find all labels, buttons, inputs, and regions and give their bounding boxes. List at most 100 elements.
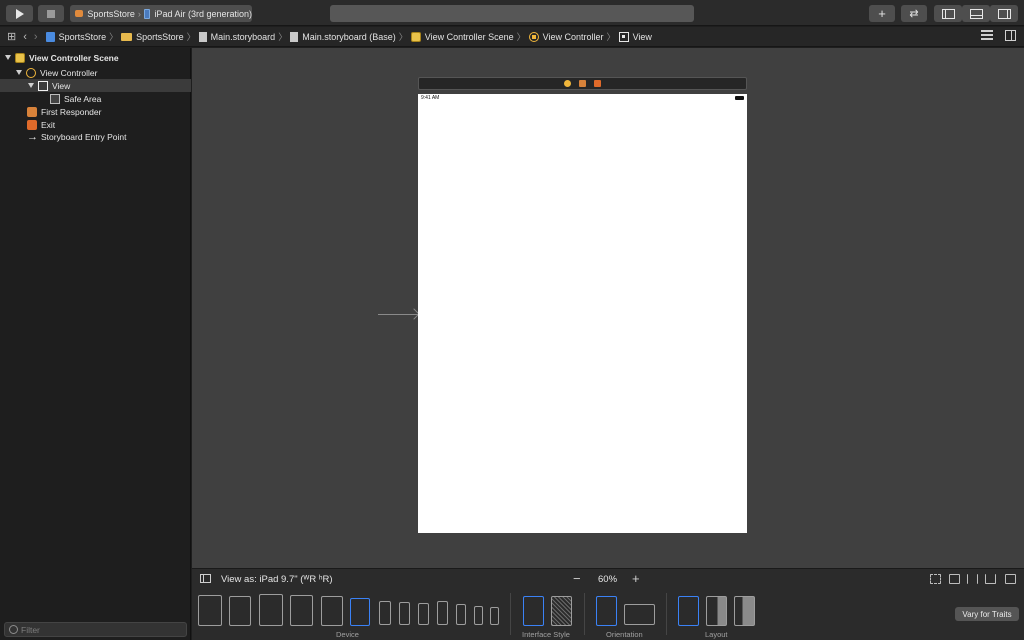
inspector-toggle[interactable] — [990, 5, 1018, 22]
add-editor-icon[interactable] — [1005, 30, 1016, 41]
disclosure-triangle-icon[interactable] — [16, 70, 22, 75]
trait-bar: Device Interface Style Orientation Layou… — [192, 589, 1024, 640]
orientation-portrait-icon[interactable] — [596, 596, 617, 626]
library-button[interactable]: + — [869, 5, 895, 22]
view-controller-icon[interactable] — [564, 80, 571, 87]
breadcrumb-view-controller[interactable]: View Controller 〉 — [528, 30, 619, 43]
view-icon — [618, 31, 629, 42]
breadcrumb-storyboard-base[interactable]: Main.storyboard (Base) 〉 — [290, 30, 411, 43]
scene-dock[interactable] — [418, 77, 747, 90]
vary-for-traits-button[interactable]: Vary for Traits — [955, 607, 1019, 621]
device-ipad-9-7-icon[interactable] — [350, 598, 370, 626]
disclosure-triangle-icon[interactable] — [5, 55, 11, 60]
scene-icon — [15, 52, 25, 63]
app-icon — [75, 10, 84, 17]
entry-point-arrow[interactable] — [378, 314, 418, 315]
view-icon — [38, 80, 48, 91]
outline-toggle-icon[interactable] — [200, 574, 211, 583]
back-button[interactable]: ‹ — [23, 31, 27, 43]
filter-input[interactable] — [21, 624, 171, 635]
outline-item-safe-area[interactable]: Safe Area — [0, 92, 191, 105]
device-ipad-pro-10-5-icon[interactable] — [259, 594, 283, 626]
align-icon[interactable] — [967, 574, 978, 584]
device-iphone-se-icon[interactable] — [474, 606, 483, 625]
breadcrumb-view[interactable]: View — [618, 31, 652, 42]
layout-two-thirds-icon[interactable] — [706, 596, 727, 626]
chevron-right-icon: 〉 — [278, 32, 288, 42]
ipad-icon — [143, 8, 151, 19]
update-frames-icon[interactable] — [930, 574, 941, 584]
scheme-selector[interactable]: SportsStore › iPad Air (3rd generation) — [70, 5, 252, 22]
device-iphone-11-pro-icon[interactable] — [418, 603, 429, 625]
first-responder-icon[interactable] — [579, 80, 586, 87]
breadcrumb-storyboard[interactable]: Main.storyboard 〉 — [198, 30, 291, 43]
scheme-name: SportsStore — [87, 8, 135, 19]
grid-icon[interactable]: ⊞ — [7, 30, 16, 43]
code-review-button[interactable]: ⇄ — [901, 5, 927, 22]
disclosure-triangle-icon[interactable] — [28, 83, 34, 88]
jump-bar: ⊞ ‹ › SportsStore 〉 SportsStore 〉 Main.sto… — [0, 27, 1024, 47]
scene-icon — [410, 31, 421, 42]
layout-half-icon[interactable] — [734, 596, 755, 626]
storyboard-canvas[interactable]: 9:41 AM — [192, 48, 1024, 568]
device-ipad-pro-11-icon[interactable] — [229, 596, 251, 626]
right-pane-icon — [997, 8, 1011, 19]
outline-item-scene[interactable]: View Controller Scene — [0, 51, 191, 64]
add-constraints-icon[interactable] — [985, 574, 996, 584]
outline-item-entry-point[interactable]: → Storyboard Entry Point — [0, 130, 191, 143]
orientation-landscape-icon[interactable] — [624, 604, 655, 625]
zoom-in-button[interactable]: + — [632, 571, 640, 586]
view-controller-icon — [528, 31, 539, 42]
outline-item-view[interactable]: View — [0, 79, 191, 92]
device-iphone-8-plus-icon[interactable] — [437, 601, 448, 625]
exit-icon[interactable] — [594, 80, 601, 87]
resolve-issues-icon[interactable] — [1005, 574, 1016, 584]
device-iphone-4s-icon[interactable] — [490, 607, 499, 625]
stop-button[interactable] — [38, 5, 64, 22]
ipad-scene-view[interactable]: 9:41 AM — [418, 94, 747, 533]
breadcrumb-scene[interactable]: View Controller Scene 〉 — [410, 30, 529, 43]
run-button[interactable] — [6, 5, 33, 22]
chevron-right-icon: 〉 — [606, 32, 616, 42]
interface-style-dark-icon[interactable] — [551, 596, 572, 626]
debug-area-toggle[interactable] — [962, 5, 990, 22]
breadcrumb-project[interactable]: SportsStore 〉 — [45, 30, 122, 43]
filter-field[interactable] — [4, 622, 187, 637]
safe-area-icon — [50, 93, 60, 104]
device-ipad-pro-12-9-icon[interactable] — [198, 595, 222, 626]
view-as-label[interactable]: View as: iPad 9.7" (ᵂR ʰR) — [221, 574, 333, 585]
chevron-right-icon: 〉 — [516, 32, 526, 42]
device-ipad-mini-icon[interactable] — [321, 596, 343, 626]
first-responder-icon — [27, 106, 37, 117]
project-icon — [45, 31, 55, 42]
breadcrumb-folder[interactable]: SportsStore 〉 — [121, 30, 199, 43]
zoom-level[interactable]: 60% — [598, 574, 617, 585]
device-ipad-air-icon[interactable] — [290, 595, 313, 626]
zoom-out-button[interactable]: − — [573, 571, 581, 586]
editor-options-icon[interactable] — [981, 30, 993, 40]
forward-button[interactable]: › — [34, 31, 38, 43]
destination-name: iPad Air (3rd generation) — [154, 8, 252, 19]
orientation-label: Orientation — [606, 630, 643, 639]
chevron-right-icon: 〉 — [186, 32, 196, 42]
layout-full-screen-icon[interactable] — [678, 596, 699, 626]
arrow-right-icon: → — [27, 130, 38, 143]
device-iphone-11-icon[interactable] — [399, 602, 410, 625]
file-icon — [290, 31, 299, 42]
outline-item-first-responder[interactable]: First Responder — [0, 105, 191, 118]
divider — [510, 593, 511, 635]
device-iphone-11-pro-max-icon[interactable] — [379, 601, 391, 625]
outline-item-view-controller[interactable]: View Controller — [0, 66, 191, 79]
document-outline: View Controller Scene View Controller Vi… — [0, 48, 191, 640]
chevron-right-icon: 〉 — [398, 32, 408, 42]
activity-viewer — [330, 5, 694, 22]
play-icon — [15, 8, 24, 19]
exit-icon — [27, 119, 37, 130]
interface-style-light-icon[interactable] — [523, 596, 544, 626]
device-iphone-8-icon[interactable] — [456, 604, 466, 625]
embed-in-stack-icon[interactable] — [949, 574, 960, 584]
bottom-pane-icon — [969, 8, 983, 19]
interface-style-label: Interface Style — [522, 630, 570, 639]
navigator-toggle[interactable] — [934, 5, 962, 22]
stop-icon — [47, 9, 55, 18]
